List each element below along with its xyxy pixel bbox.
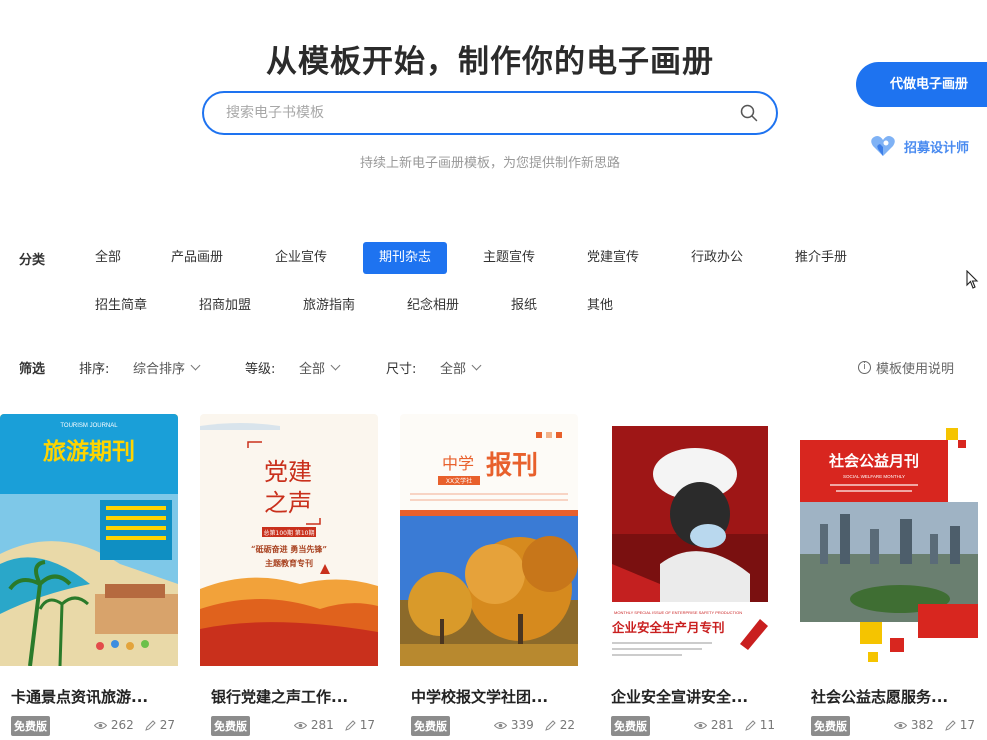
cover-kicker: MONTHLY SPECIAL ISSUE OF ENTERPRISE SAFE… [614, 610, 742, 615]
free-badge: 免费版 [211, 716, 250, 736]
template-title[interactable]: 企业安全宣讲安全... [611, 686, 778, 707]
cover-heading: 报刊 [486, 450, 538, 481]
edit-count: 27 [159, 718, 175, 732]
category-admissions[interactable]: 招生简章 [79, 290, 163, 322]
pencil-icon [344, 719, 356, 731]
chevron-down-icon [330, 360, 341, 371]
level-label: 等级: [245, 362, 276, 377]
view-count: 262 [110, 718, 134, 732]
level-value: 全部 [299, 362, 326, 377]
view-count: 281 [310, 718, 334, 732]
edit-count: 11 [759, 718, 775, 732]
category-travel-guide[interactable]: 旅游指南 [287, 290, 371, 322]
pencil-icon [544, 719, 556, 731]
category-franchise[interactable]: 招商加盟 [183, 290, 267, 322]
cover-quote-2: 主题教育专刊 [265, 558, 313, 568]
pencil-icon [944, 719, 956, 731]
view-count: 382 [910, 718, 934, 732]
template-card[interactable]: 中学 报刊 XX文学社 中学校报文学社团... 免费版 339 22 [400, 414, 578, 736]
template-cover-image[interactable]: 社会公益月刊 SOCIAL WELFARE MONTHLY [800, 414, 978, 666]
filter-label: 筛选 [19, 362, 46, 377]
template-cover-image[interactable]: MONTHLY SPECIAL ISSUE OF ENTERPRISE SAFE… [600, 414, 778, 666]
edit-count: 17 [959, 718, 975, 732]
category-other[interactable]: 其他 [571, 290, 629, 322]
category-magazine[interactable]: 期刊杂志 [363, 242, 448, 274]
template-card[interactable]: 社会公益月刊 SOCIAL WELFARE MONTHLY 社会公益志愿服务..… [800, 414, 978, 736]
view-count: 339 [510, 718, 534, 732]
search-icon[interactable] [740, 104, 758, 122]
edit-count: 17 [359, 718, 375, 732]
free-badge: 免费版 [611, 716, 650, 736]
cover-heading: 中学 [442, 454, 474, 473]
template-title[interactable]: 卡通景点资讯旅游... [11, 686, 178, 707]
size-dropdown[interactable]: 全部 [440, 358, 482, 377]
category-all[interactable]: 全部 [79, 242, 137, 274]
category-admin-office[interactable]: 行政办公 [675, 242, 759, 274]
sort-label: 排序: [79, 362, 110, 377]
category-newspaper[interactable]: 报纸 [495, 290, 553, 322]
pencil-icon [144, 719, 156, 731]
cover-heading: 旅游期刊 [43, 438, 135, 465]
eye-icon [293, 721, 307, 729]
cover-tag: XX文学社 [446, 477, 472, 485]
category-product-album[interactable]: 产品画册 [155, 242, 239, 274]
eye-icon [693, 721, 707, 729]
eye-icon [493, 721, 507, 729]
template-card[interactable]: 党建 之声 总第100期 第10期 “砥砺奋进 勇当先锋” 主题教育专刊 银行党… [200, 414, 378, 736]
chevron-down-icon [471, 360, 482, 371]
view-count: 281 [710, 718, 734, 732]
pencil-icon [744, 719, 756, 731]
cover-tag: 总第100期 第10期 [264, 529, 315, 537]
free-badge: 免费版 [811, 716, 850, 736]
size-label: 尺寸: [386, 362, 417, 377]
sort-dropdown[interactable]: 综合排序 [133, 358, 201, 377]
eye-icon [893, 721, 907, 729]
edit-count: 22 [559, 718, 575, 732]
category-corporate[interactable]: 企业宣传 [259, 242, 343, 274]
recruit-label: 招募设计师 [904, 140, 970, 156]
category-label: 分类 [19, 253, 46, 268]
cover-heading: 社会公益月刊 [828, 452, 919, 470]
template-help-link[interactable]: i 模板使用说明 [858, 358, 954, 377]
template-title[interactable]: 银行党建之声工作... [211, 686, 378, 707]
free-badge: 免费版 [11, 716, 50, 736]
template-card[interactable]: MONTHLY SPECIAL ISSUE OF ENTERPRISE SAFE… [600, 414, 778, 736]
heart-hands-icon [871, 136, 895, 156]
template-card[interactable]: TOURISM JOURNAL 旅游期刊 卡通景点资讯旅游... 免费版 262… [0, 414, 178, 736]
category-memorial-album[interactable]: 纪念相册 [391, 290, 475, 322]
custom-album-button[interactable]: 代做电子画册 [856, 62, 987, 107]
sort-value: 综合排序 [133, 362, 186, 377]
page-title: 从模板开始，制作你的电子画册 [266, 44, 714, 80]
category-party-building[interactable]: 党建宣传 [571, 242, 655, 274]
cover-kicker: SOCIAL WELFARE MONTHLY [843, 474, 905, 479]
template-gallery-page: 从模板开始，制作你的电子画册 持续上新电子画册模板，为您提供制作新思路 代做电子… [0, 0, 987, 740]
page-subtitle: 持续上新电子画册模板，为您提供制作新思路 [359, 156, 620, 171]
template-cover-image[interactable]: 党建 之声 总第100期 第10期 “砥砺奋进 勇当先锋” 主题教育专刊 [200, 414, 378, 666]
cover-quote: “砥砺奋进 勇当先锋” [251, 544, 327, 554]
template-title[interactable]: 中学校报文学社团... [411, 686, 578, 707]
category-promo-brochure[interactable]: 推介手册 [779, 242, 863, 274]
category-theme[interactable]: 主题宣传 [467, 242, 551, 274]
mouse-cursor-icon [966, 270, 979, 289]
search-box[interactable] [202, 91, 778, 135]
search-input[interactable] [226, 102, 706, 124]
cover-heading: 之声 [264, 489, 312, 517]
free-badge: 免费版 [411, 716, 450, 736]
info-icon: i [858, 361, 871, 374]
template-cover-image[interactable]: TOURISM JOURNAL 旅游期刊 [0, 414, 178, 667]
template-cover-image[interactable]: 中学 报刊 XX文学社 [400, 414, 578, 666]
level-dropdown[interactable]: 全部 [299, 358, 341, 377]
cover-heading: 党建 [264, 458, 312, 486]
eye-icon [93, 721, 107, 729]
template-title[interactable]: 社会公益志愿服务... [811, 686, 978, 707]
recruit-designer-link[interactable]: 招募设计师 [870, 133, 969, 159]
cover-kicker: TOURISM JOURNAL [60, 423, 118, 429]
cover-heading: 企业安全生产月专刊 [611, 620, 725, 635]
help-label: 模板使用说明 [876, 362, 955, 377]
size-value: 全部 [440, 362, 467, 377]
chevron-down-icon [190, 360, 201, 371]
